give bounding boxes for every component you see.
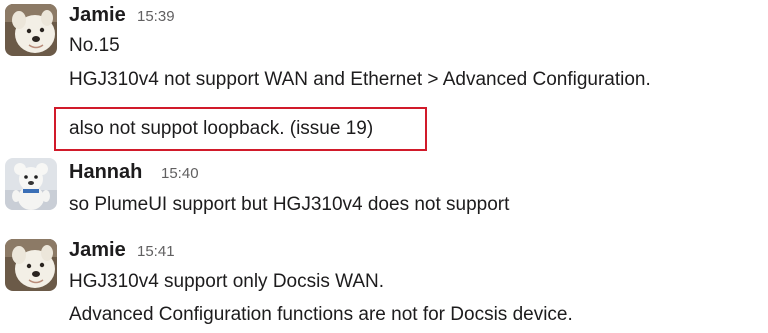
- message-author[interactable]: Jamie: [69, 3, 126, 27]
- message-timestamp[interactable]: 15:40: [161, 162, 199, 186]
- bear-avatar-icon[interactable]: [5, 158, 57, 210]
- message-text: so PlumeUI support but HGJ310v4 does not…: [69, 194, 510, 215]
- message-text: No.15: [69, 35, 120, 56]
- message-text: HGJ310v4 not support WAN and Ethernet > …: [69, 69, 651, 90]
- message-author[interactable]: Jamie: [69, 238, 126, 262]
- highlight-annotation-box: [54, 107, 427, 151]
- message-timestamp[interactable]: 15:41: [137, 240, 175, 264]
- dog-avatar-icon[interactable]: [5, 4, 57, 56]
- dog-avatar-icon[interactable]: [5, 239, 57, 291]
- message-author[interactable]: Hannah: [69, 160, 142, 184]
- chat-message-list: Jamie 15:39 No.15 HGJ310v4 not support W…: [0, 0, 768, 333]
- message-timestamp[interactable]: 15:39: [137, 5, 175, 29]
- message-text: HGJ310v4 support only Docsis WAN.: [69, 271, 385, 292]
- message-text: Advanced Configuration functions are not…: [69, 304, 573, 325]
